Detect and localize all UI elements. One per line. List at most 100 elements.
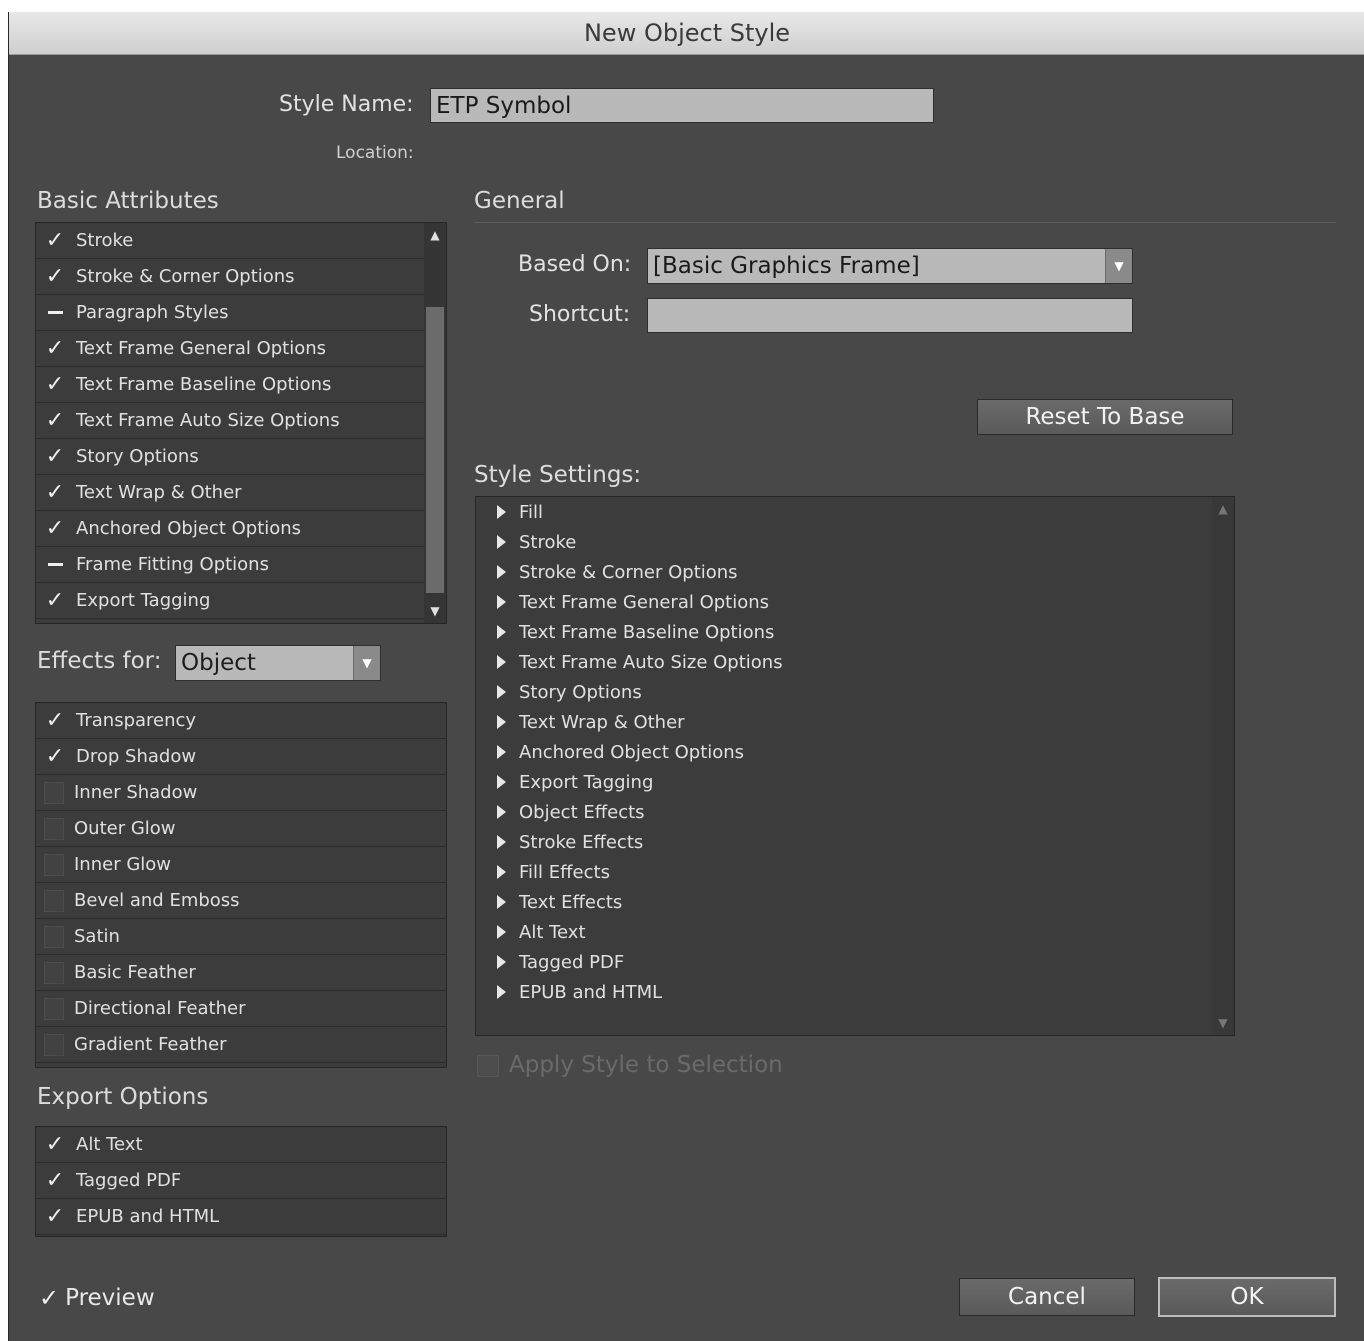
checkbox-empty[interactable] [44,961,64,984]
preview-checkbox[interactable]: ✓ Preview [39,1284,155,1312]
checkbox-empty[interactable] [44,925,64,948]
checkmark-icon[interactable]: ✓ [44,588,66,613]
export-option-row[interactable]: ✓ Tagged PDF [36,1163,446,1199]
style-setting-row[interactable]: Text Wrap & Other [476,707,1212,737]
style-setting-row[interactable]: Stroke Effects [476,827,1212,857]
checkmark-icon[interactable]: ✓ [44,372,66,397]
checkmark-icon[interactable]: ✓ [44,228,66,253]
effect-row[interactable]: Basic Feather [36,955,446,991]
basic-attributes-scrollbar[interactable]: ▲ ▼ [424,223,446,623]
mixed-state-icon[interactable] [44,554,66,576]
effect-row[interactable]: ✓ Drop Shadow [36,739,446,775]
style-setting-row[interactable]: Text Frame General Options [476,587,1212,617]
style-setting-row[interactable]: Tagged PDF [476,947,1212,977]
effect-row[interactable]: Inner Shadow [36,775,446,811]
disclosure-triangle-icon[interactable] [497,895,506,909]
effect-row[interactable]: Bevel and Emboss [36,883,446,919]
basic-attribute-row[interactable]: ✓ Story Options [36,439,424,475]
style-setting-row[interactable]: Stroke & Corner Options [476,557,1212,587]
checkbox-empty[interactable] [44,1033,64,1056]
effect-row[interactable]: Satin [36,919,446,955]
style-setting-row[interactable]: Text Effects [476,887,1212,917]
disclosure-triangle-icon[interactable] [497,925,506,939]
style-setting-row[interactable]: Fill Effects [476,857,1212,887]
style-name-input[interactable]: ETP Symbol [430,88,934,123]
disclosure-triangle-icon[interactable] [497,685,506,699]
style-setting-row[interactable]: Anchored Object Options [476,737,1212,767]
basic-attribute-row[interactable]: ✓ Text Frame General Options [36,331,424,367]
checkmark-icon[interactable]: ✓ [44,336,66,361]
disclosure-triangle-icon[interactable] [497,505,506,519]
style-setting-row[interactable]: Alt Text [476,917,1212,947]
checkmark-icon[interactable]: ✓ [44,264,66,289]
disclosure-triangle-icon[interactable] [497,715,506,729]
basic-attribute-row[interactable]: ✓ Stroke [36,223,424,259]
checkmark-icon[interactable]: ✓ [44,1168,66,1193]
scroll-thumb[interactable] [426,307,444,593]
style-setting-row[interactable]: Object Effects [476,797,1212,827]
effect-label: Satin [74,926,120,947]
export-option-row[interactable]: ✓ EPUB and HTML [36,1199,446,1235]
ok-button[interactable]: OK [1158,1277,1336,1317]
scroll-down-icon[interactable]: ▼ [424,601,446,621]
disclosure-triangle-icon[interactable] [497,805,506,819]
style-setting-row[interactable]: Export Tagging [476,767,1212,797]
basic-attribute-row[interactable]: ✓ Text Frame Baseline Options [36,367,424,403]
scroll-up-icon[interactable]: ▲ [1212,499,1234,519]
apply-style-checkbox[interactable] [477,1055,499,1077]
basic-attribute-row[interactable]: ✓ Stroke & Corner Options [36,259,424,295]
disclosure-triangle-icon[interactable] [497,565,506,579]
disclosure-triangle-icon[interactable] [497,865,506,879]
style-setting-row[interactable]: Text Frame Baseline Options [476,617,1212,647]
effect-row[interactable]: Gradient Feather [36,1027,446,1063]
checkmark-icon[interactable]: ✓ [44,408,66,433]
checkbox-empty[interactable] [44,889,64,912]
basic-attribute-row[interactable]: ✓ Export Tagging [36,583,424,619]
style-setting-row[interactable]: Stroke [476,527,1212,557]
disclosure-triangle-icon[interactable] [497,775,506,789]
cancel-button[interactable]: Cancel [959,1278,1135,1316]
effect-row[interactable]: ✓ Transparency [36,703,446,739]
effect-row[interactable]: Directional Feather [36,991,446,1027]
effect-row[interactable]: Outer Glow [36,811,446,847]
disclosure-triangle-icon[interactable] [497,535,506,549]
disclosure-triangle-icon[interactable] [497,745,506,759]
scroll-up-icon[interactable]: ▲ [424,225,446,245]
checkmark-icon[interactable]: ✓ [44,708,66,733]
checkmark-icon[interactable]: ✓ [44,1132,66,1157]
disclosure-triangle-icon[interactable] [497,595,506,609]
style-setting-row[interactable]: Fill [476,497,1212,527]
apply-style-label: Apply Style to Selection [509,1052,783,1078]
disclosure-triangle-icon[interactable] [497,955,506,969]
style-setting-row[interactable]: EPUB and HTML [476,977,1212,1007]
checkmark-icon[interactable]: ✓ [44,516,66,541]
checkbox-empty[interactable] [44,781,64,804]
reset-to-base-button[interactable]: Reset To Base [977,399,1233,435]
checkmark-icon[interactable]: ✓ [44,744,66,769]
disclosure-triangle-icon[interactable] [497,985,506,999]
disclosure-triangle-icon[interactable] [497,625,506,639]
disclosure-triangle-icon[interactable] [497,835,506,849]
checkbox-empty[interactable] [44,853,64,876]
based-on-select[interactable]: [Basic Graphics Frame] ▼ [647,248,1133,284]
basic-attribute-row[interactable]: ✓ Text Frame Auto Size Options [36,403,424,439]
basic-attribute-row[interactable]: ✓ Text Wrap & Other [36,475,424,511]
checkmark-icon[interactable]: ✓ [44,1204,66,1229]
scroll-down-icon[interactable]: ▼ [1212,1013,1234,1033]
effects-for-select[interactable]: Object ▼ [175,645,381,681]
basic-attribute-row[interactable]: Paragraph Styles [36,295,424,331]
style-setting-row[interactable]: Story Options [476,677,1212,707]
effect-row[interactable]: Inner Glow [36,847,446,883]
checkmark-icon[interactable]: ✓ [44,444,66,469]
style-settings-scrollbar[interactable]: ▲ ▼ [1212,497,1234,1035]
basic-attribute-row[interactable]: ✓ Anchored Object Options [36,511,424,547]
disclosure-triangle-icon[interactable] [497,655,506,669]
mixed-state-icon[interactable] [44,302,66,324]
checkbox-empty[interactable] [44,817,64,840]
checkbox-empty[interactable] [44,997,64,1020]
shortcut-input[interactable] [647,298,1133,333]
checkmark-icon[interactable]: ✓ [44,480,66,505]
export-option-row[interactable]: ✓ Alt Text [36,1127,446,1163]
style-setting-row[interactable]: Text Frame Auto Size Options [476,647,1212,677]
basic-attribute-row[interactable]: Frame Fitting Options [36,547,424,583]
